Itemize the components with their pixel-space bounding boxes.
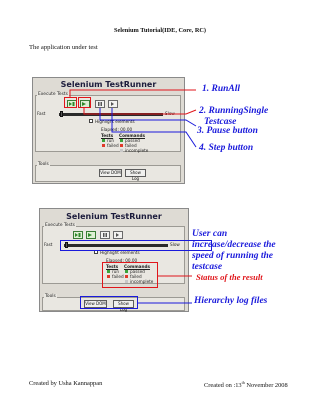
- annotation-speed-1: User can: [192, 229, 228, 239]
- footer-date: Created on :13th November 2008: [204, 380, 288, 389]
- connector-lines-2: [138, 275, 192, 304]
- annotation-hierarchy: Hierarchy log files: [194, 296, 268, 306]
- annotation-speed-2: increase/decrease the: [192, 240, 276, 250]
- footer-author: Created by Usha Kannappan: [29, 380, 103, 387]
- footer-date-suffix: November 2008: [244, 382, 288, 390]
- annotation-status: Status of the result: [196, 272, 263, 282]
- footer-date-prefix: Created on :13: [204, 382, 242, 390]
- annotation-speed-3: speed of running the: [192, 251, 274, 261]
- annotation-speed-4: testcase: [192, 262, 223, 272]
